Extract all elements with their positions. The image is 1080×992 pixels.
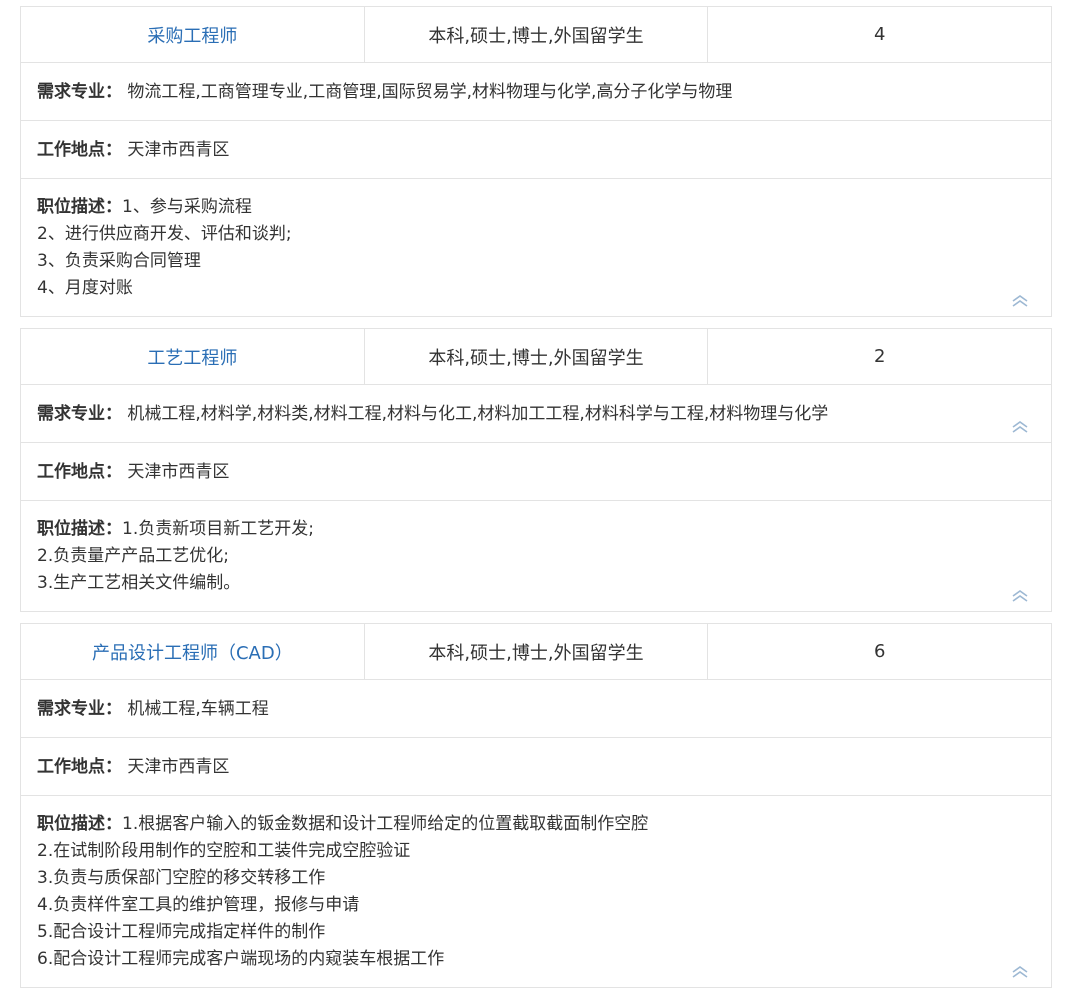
job-title-link[interactable]: 工艺工程师 (147, 344, 237, 370)
major-row: 需求专业： 机械工程,材料学,材料类,材料工程,材料与化工,材料加工工程,材料科… (21, 385, 1051, 443)
job-card: 工艺工程师 本科,硕士,博士,外国留学生 2 需求专业： 机械工程,材料学,材料… (20, 328, 1052, 612)
description-value: 1.根据客户输入的钣金数据和设计工程师给定的位置截取截面制作空腔 2.在试制阶段… (37, 814, 649, 969)
major-label: 需求专业： (37, 699, 122, 719)
major-value: 机械工程,车辆工程 (127, 699, 269, 719)
description-row: 职位描述：1、参与采购流程 2、进行供应商开发、评估和谈判; 3、负责采购合同管… (21, 179, 1051, 316)
description-row: 职位描述：1.根据客户输入的钣金数据和设计工程师给定的位置截取截面制作空腔 2.… (21, 796, 1051, 987)
job-card: 采购工程师 本科,硕士,博士,外国留学生 4 需求专业： 物流工程,工商管理专业… (20, 6, 1052, 317)
major-value: 物流工程,工商管理专业,工商管理,国际贸易学,材料物理与化学,高分子化学与物理 (127, 82, 733, 102)
headcount-cell: 4 (707, 7, 1051, 62)
location-row: 工作地点： 天津市西青区 (21, 121, 1051, 179)
education-text: 本科,硕士,博士,外国留学生 (428, 347, 644, 369)
description-label: 职位描述： (37, 519, 122, 539)
headcount-text: 4 (873, 24, 886, 45)
double-chevron-up-icon[interactable] (1011, 294, 1029, 308)
double-chevron-up-icon[interactable] (1011, 420, 1029, 434)
headcount-text: 2 (873, 346, 886, 367)
location-label: 工作地点： (37, 757, 122, 777)
job-header-row: 采购工程师 本科,硕士,博士,外国留学生 4 (21, 7, 1051, 63)
description-label: 职位描述： (37, 197, 122, 217)
location-value: 天津市西青区 (127, 757, 230, 777)
job-title-cell: 工艺工程师 (21, 329, 364, 384)
education-text: 本科,硕士,博士,外国留学生 (428, 642, 644, 664)
headcount-text: 6 (873, 641, 886, 662)
job-title-cell: 产品设计工程师（CAD） (21, 624, 364, 679)
job-title-cell: 采购工程师 (21, 7, 364, 62)
job-header-row: 工艺工程师 本科,硕士,博士,外国留学生 2 (21, 329, 1051, 385)
major-label: 需求专业： (37, 404, 122, 424)
job-title-link[interactable]: 采购工程师 (147, 22, 237, 48)
location-label: 工作地点： (37, 140, 122, 160)
description-row: 职位描述：1.负责新项目新工艺开发; 2.负责量产产品工艺优化; 3.生产工艺相… (21, 501, 1051, 611)
job-header-row: 产品设计工程师（CAD） 本科,硕士,博士,外国留学生 6 (21, 624, 1051, 680)
education-cell: 本科,硕士,博士,外国留学生 (363, 329, 708, 384)
education-cell: 本科,硕士,博士,外国留学生 (363, 624, 708, 679)
major-value: 机械工程,材料学,材料类,材料工程,材料与化工,材料加工工程,材料科学与工程,材… (127, 404, 829, 424)
double-chevron-up-icon[interactable] (1011, 589, 1029, 603)
education-text: 本科,硕士,博士,外国留学生 (428, 25, 644, 47)
headcount-cell: 6 (707, 624, 1051, 679)
location-label: 工作地点： (37, 462, 122, 482)
double-chevron-up-icon[interactable] (1011, 965, 1029, 979)
location-row: 工作地点： 天津市西青区 (21, 738, 1051, 796)
description-label: 职位描述： (37, 814, 122, 834)
job-title-link[interactable]: 产品设计工程师（CAD） (92, 639, 293, 665)
location-value: 天津市西青区 (127, 462, 230, 482)
major-row: 需求专业： 机械工程,车辆工程 (21, 680, 1051, 738)
major-row: 需求专业： 物流工程,工商管理专业,工商管理,国际贸易学,材料物理与化学,高分子… (21, 63, 1051, 121)
education-cell: 本科,硕士,博士,外国留学生 (363, 7, 708, 62)
location-row: 工作地点： 天津市西青区 (21, 443, 1051, 501)
job-card: 产品设计工程师（CAD） 本科,硕士,博士,外国留学生 6 需求专业： 机械工程… (20, 623, 1052, 988)
major-label: 需求专业： (37, 82, 122, 102)
location-value: 天津市西青区 (127, 140, 230, 160)
headcount-cell: 2 (707, 329, 1051, 384)
